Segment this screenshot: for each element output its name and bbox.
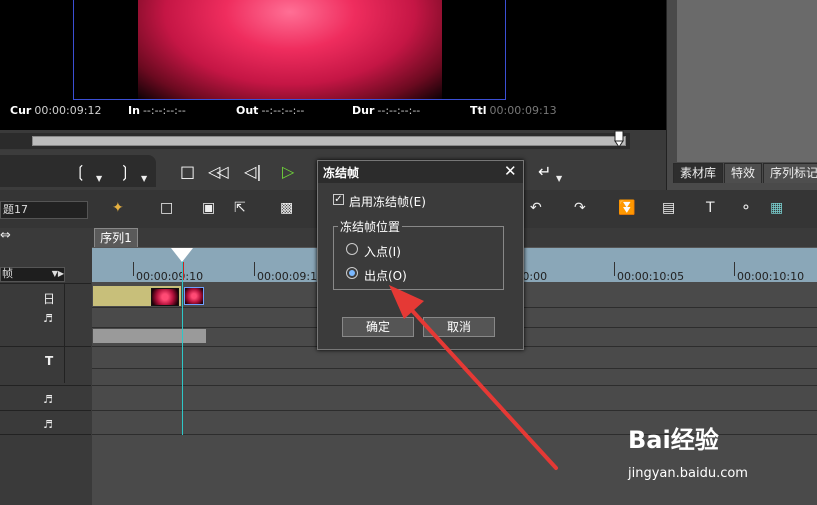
export-icon[interactable]: ⇱: [234, 200, 246, 216]
timecode-dur: Dur --:--:--:--: [352, 104, 421, 117]
seek-track[interactable]: [32, 136, 626, 146]
chevron-down-icon[interactable]: ▼: [96, 174, 102, 183]
link-icon[interactable]: ↵: [538, 162, 551, 182]
tab-sequence-markers[interactable]: 序列标记: [763, 163, 817, 183]
watermark-brand: Bai经验: [628, 426, 719, 454]
dialog-title: 冻结帧: [323, 166, 360, 180]
freeze-frame-thumbnail[interactable]: [184, 287, 204, 305]
ok-button[interactable]: 确定: [342, 317, 414, 337]
clip-name-field[interactable]: 题17: [0, 201, 88, 219]
header-divider: [64, 283, 65, 383]
microphone-icon[interactable]: ⚬: [740, 200, 752, 216]
preview-window: Cur 00:00:09:12 In --:--:--:-- Out --:--:--…: [0, 0, 666, 130]
title-icon[interactable]: T: [706, 200, 715, 216]
in-point-label[interactable]: 入点(I): [364, 243, 401, 260]
tab-effects[interactable]: 特效: [724, 163, 763, 183]
enable-freeze-checkbox[interactable]: ✓: [333, 194, 344, 205]
render-icon[interactable]: ▦: [770, 200, 783, 216]
freeze-position-group: [333, 226, 504, 290]
mark-in-icon[interactable]: ❲: [74, 162, 87, 182]
rewind-icon[interactable]: ◁◁: [208, 162, 229, 182]
freeze-position-label: 冻结帧位置: [338, 218, 403, 235]
clip-thumbnail: [151, 288, 179, 306]
header-divider: [0, 385, 91, 386]
timecode-in: In --:--:--:--: [128, 104, 186, 117]
seek-handle-icon[interactable]: [614, 130, 624, 148]
playhead[interactable]: [182, 255, 183, 435]
enable-freeze-label[interactable]: 启用冻结帧(E): [349, 193, 426, 210]
library-tabs: 素材库 特效 序列标记: [673, 163, 817, 183]
undo-icon[interactable]: ↶: [530, 200, 542, 216]
ruler-tick: [614, 262, 615, 276]
tab-library[interactable]: 素材库: [673, 163, 724, 183]
library-panel: [666, 0, 817, 190]
header-divider: [0, 283, 91, 284]
track-divider: [92, 410, 817, 411]
ruler-tick: [133, 262, 134, 276]
speaker-icon[interactable]: ♬: [43, 393, 53, 406]
redo-icon[interactable]: ↷: [574, 200, 586, 216]
ruler-tick: [734, 262, 735, 276]
rose-image: [138, 0, 442, 99]
step-back-icon[interactable]: ◁|: [244, 162, 262, 182]
header-divider: [0, 434, 91, 435]
dialog-titlebar: 冻结帧 ✕: [318, 161, 523, 183]
timecode-out: Out --:--:--:--: [236, 104, 305, 117]
title-track-icon[interactable]: T: [45, 354, 53, 368]
magic-wand-icon[interactable]: ✦: [112, 200, 124, 216]
header-divider: [0, 346, 91, 347]
play-icon[interactable]: ▷: [282, 162, 294, 182]
video-track-icon[interactable]: 日: [43, 290, 55, 307]
library-content: [677, 0, 817, 162]
camera-icon[interactable]: ▣: [202, 200, 215, 216]
playhead-handle-icon[interactable]: [171, 248, 193, 262]
timecode-ttl: Ttl 00:00:09:13: [470, 104, 557, 117]
track-headers: ⇔ 帧 ▼▶ 日 ♬ T ♬ ♬: [0, 228, 91, 505]
preview-frame: [73, 0, 506, 100]
speaker-icon[interactable]: ♬: [43, 312, 53, 325]
transition-icon[interactable]: ▤: [662, 200, 675, 216]
chevron-down-icon[interactable]: ▼: [556, 174, 562, 183]
new-file-icon[interactable]: □: [160, 200, 173, 216]
freeze-frame-dialog: 冻结帧 ✕ ✓ 启用冻结帧(E) 冻结帧位置 入点(I) 出点(O) 确定 取消: [317, 160, 524, 350]
close-icon[interactable]: ✕: [504, 162, 517, 180]
cancel-button[interactable]: 取消: [423, 317, 495, 337]
track-divider: [92, 368, 817, 369]
ruler-tick: [254, 262, 255, 276]
speaker-icon[interactable]: ♬: [43, 418, 53, 431]
header-divider: [0, 410, 91, 411]
tab-sequence[interactable]: 序列1: [94, 228, 138, 247]
timecode-cur: Cur 00:00:09:12: [10, 104, 102, 117]
chevron-down-icon[interactable]: ▼: [141, 174, 147, 183]
razor-icon[interactable]: ⏬: [618, 200, 635, 216]
watermark: Bai经验 jingyan.baidu.com: [628, 420, 748, 481]
track-divider: [92, 385, 817, 386]
out-point-radio[interactable]: [346, 267, 358, 279]
mark-out-icon[interactable]: ❳: [118, 162, 131, 182]
track-mode-select[interactable]: 帧 ▼▶: [0, 267, 65, 282]
audio-clip[interactable]: [93, 329, 206, 343]
in-point-radio[interactable]: [346, 243, 358, 255]
save-icon[interactable]: ▩: [280, 200, 293, 216]
stop-icon[interactable]: □: [180, 162, 195, 182]
out-point-label[interactable]: 出点(O): [364, 267, 407, 284]
track-link-icon[interactable]: ⇔: [0, 228, 11, 243]
watermark-url: jingyan.baidu.com: [628, 466, 748, 481]
